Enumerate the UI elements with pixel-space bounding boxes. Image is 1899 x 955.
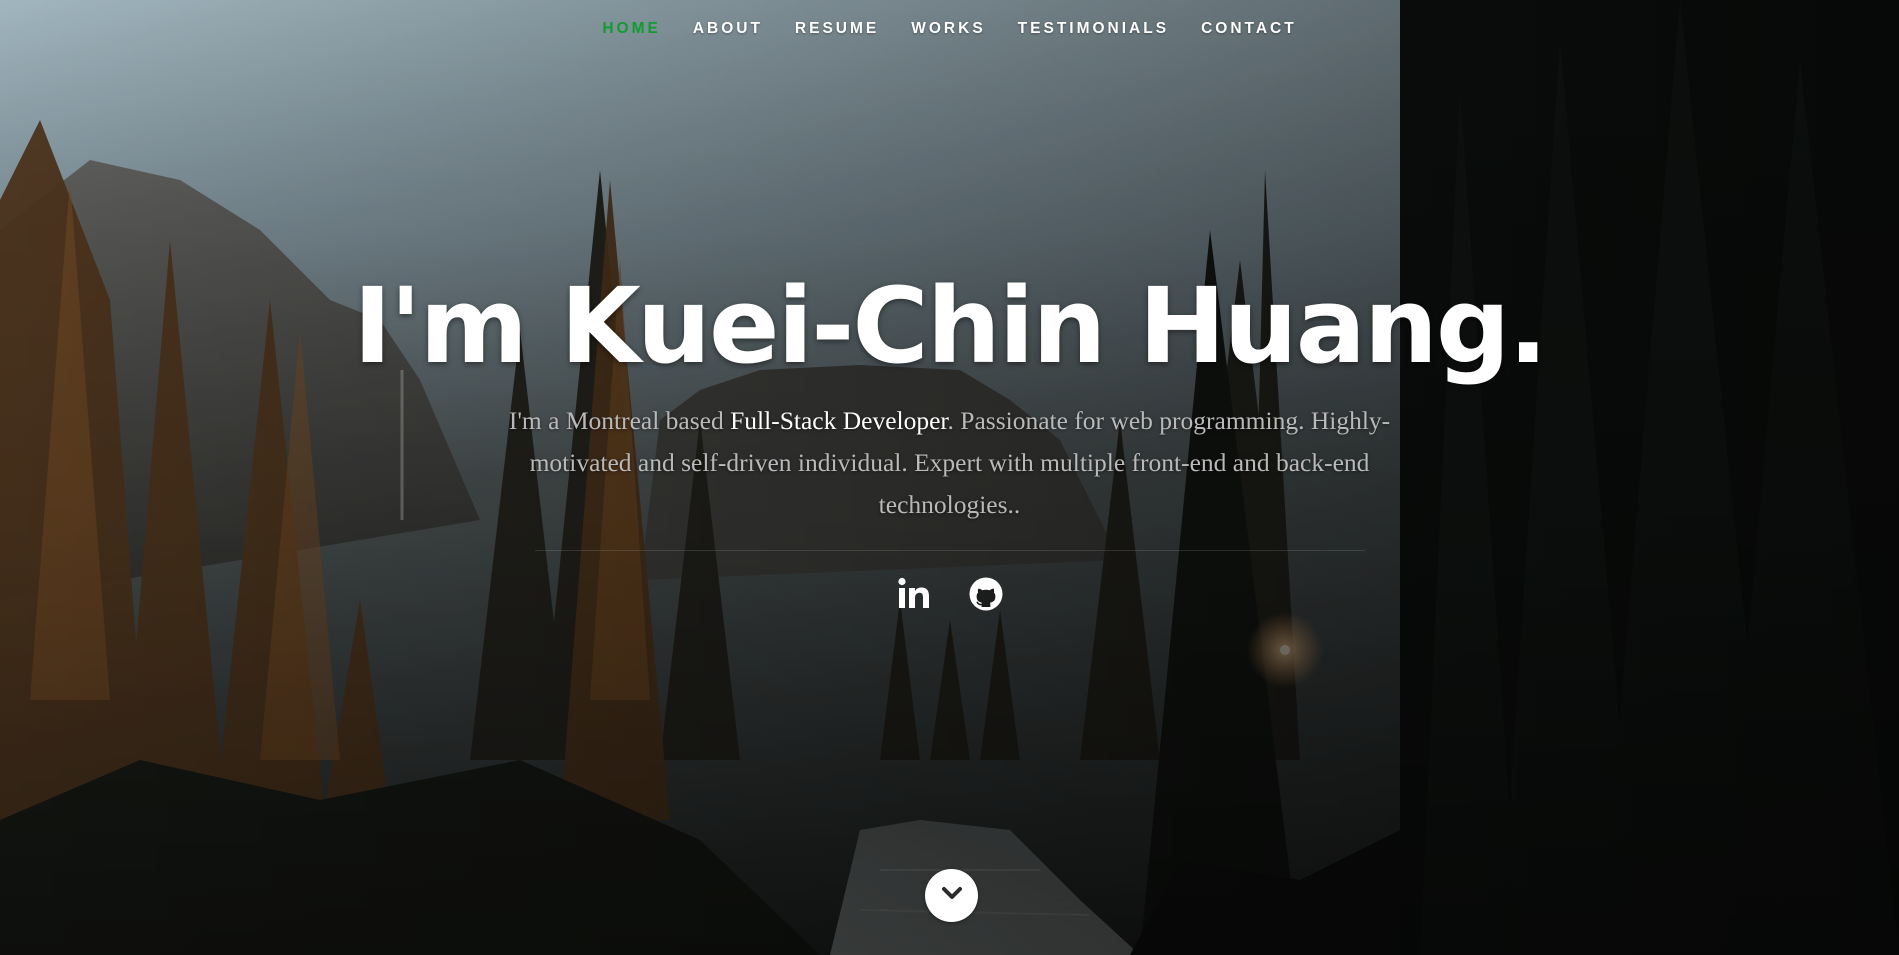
nav-item-contact[interactable]: CONTACT <box>1185 20 1313 38</box>
scroll-down-button[interactable] <box>925 869 978 922</box>
github-link[interactable] <box>967 577 1005 615</box>
nav-item-testimonials[interactable]: TESTIMONIALS <box>1002 20 1185 38</box>
hero-intro-text: I'm a Montreal based Full-Stack Develope… <box>480 400 1420 526</box>
nav-item-about[interactable]: ABOUT <box>677 20 779 38</box>
linkedin-link[interactable] <box>895 577 933 615</box>
social-links <box>0 577 1899 615</box>
hero-headline: I'm Kuei-Chin Huang. <box>353 265 1548 387</box>
hero-divider <box>534 550 1365 551</box>
nav-item-resume[interactable]: RESUME <box>779 20 895 38</box>
main-navigation: HOME ABOUT RESUME WORKS TESTIMONIALS CON… <box>0 0 1899 58</box>
github-icon <box>968 576 1004 617</box>
nav-item-home[interactable]: HOME <box>586 20 677 38</box>
intro-prefix: I'm a Montreal based <box>508 406 731 435</box>
linkedin-icon <box>896 576 932 617</box>
nav-item-works[interactable]: WORKS <box>895 20 1001 38</box>
chevron-down-icon <box>939 880 965 911</box>
hero-banner: I'm Kuei-Chin Huang. I'm a Montreal base… <box>0 262 1899 615</box>
intro-role: Full-Stack Developer <box>730 406 948 435</box>
